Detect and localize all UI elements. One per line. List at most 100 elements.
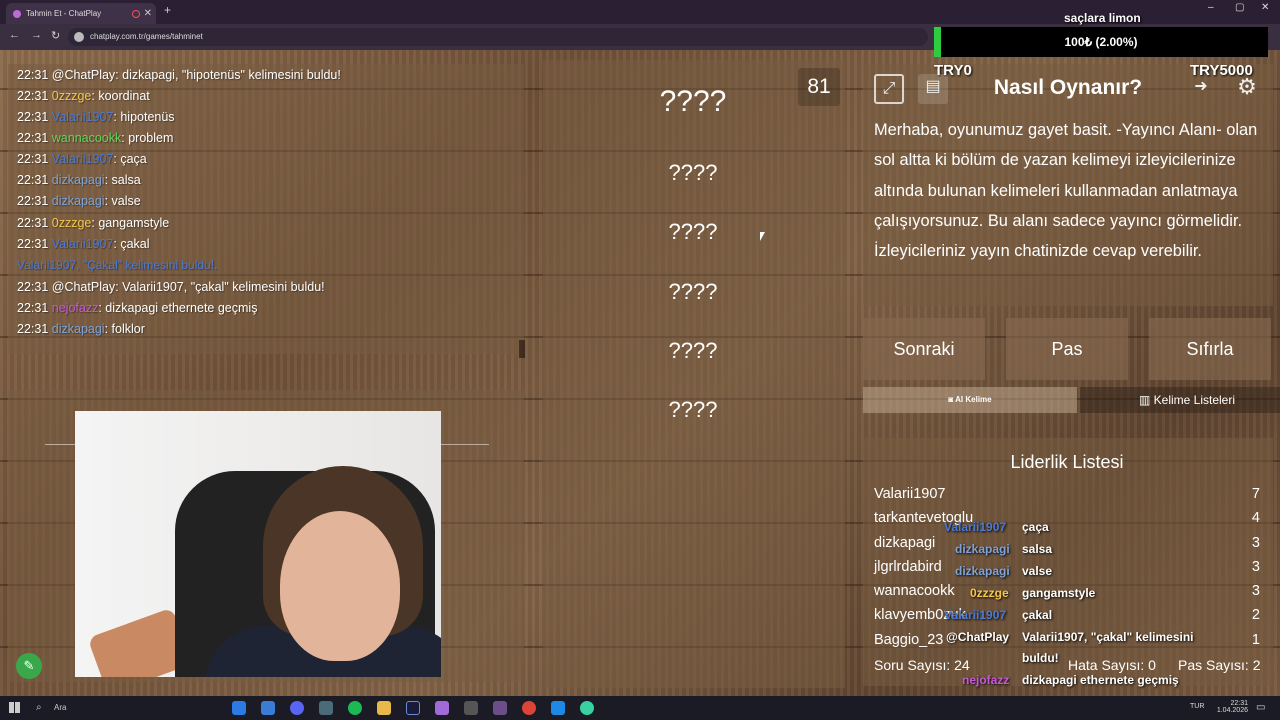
forbidden-word: ???? — [668, 338, 718, 363]
chat-user: @ChatPlay — [51, 280, 116, 294]
app-icon[interactable] — [319, 701, 333, 715]
how-to-play-text: Merhaba, oyunumuz gayet basit. -Yayıncı … — [874, 121, 1258, 261]
new-tab-button[interactable]: + — [164, 3, 171, 17]
chat-system-line: Valarii1907, "Çakal" kelimesini buldu!. — [17, 258, 217, 272]
fullscreen-icon[interactable]: ⤢ — [874, 74, 904, 104]
forbidden-word: ???? — [668, 160, 718, 185]
goal-progress-bar: 100₺ (2.00%) — [934, 27, 1268, 57]
leaderboard-title: Liderlik Listesi — [1010, 452, 1124, 472]
chat-message: : koordinat — [91, 89, 150, 103]
reset-button[interactable]: Sıfırla — [1149, 318, 1271, 380]
app-icon[interactable] — [580, 701, 594, 715]
settings-icon[interactable]: ⚙ — [1232, 74, 1262, 104]
clock[interactable]: 22:31 1.04.2026 — [1208, 700, 1248, 714]
word-lists-button[interactable]: ▥ Kelime Listeleri — [1080, 387, 1280, 413]
file-explorer-icon[interactable] — [377, 701, 391, 715]
app-icon[interactable] — [435, 701, 449, 715]
tab-title: Tahmin Et - ChatPlay — [26, 9, 102, 18]
chat-line: 22:31 @ChatPlay: dizkapagi, "hipotenüs" … — [17, 68, 341, 82]
pass-button[interactable]: Pas — [1006, 318, 1128, 380]
photoshop-icon[interactable] — [406, 701, 420, 715]
minimize-button[interactable]: – — [1208, 2, 1214, 13]
clipboard-icon: ▥ — [1138, 393, 1154, 407]
leaderboard-name: Baggio_23 — [874, 632, 944, 648]
overlay-chat-message: salsa — [1022, 542, 1053, 556]
leaderboard-score: 3 — [1251, 535, 1260, 551]
leaderboard-score: 1 — [1251, 632, 1260, 648]
app-icon[interactable] — [464, 701, 478, 715]
forbidden-word: ???? — [668, 279, 718, 304]
chat-user: 0zzzge — [51, 216, 92, 230]
overlay-chat-message: çaça — [1022, 520, 1049, 534]
target-word: ???? — [659, 85, 727, 118]
chat-time: 22:31 — [17, 89, 49, 103]
chat-user: dizkapagi — [51, 194, 105, 208]
clock-date: 1.04.2026 — [1216, 707, 1248, 714]
chat-user: Valarii1907 — [51, 152, 114, 166]
chat-user: dizkapagi — [51, 322, 105, 336]
close-window-button[interactable]: ✕ — [1261, 2, 1269, 13]
overlay-chat-message: valse — [1022, 564, 1053, 578]
chat-message: : dizkapagi, "hipotenüs" kelimesini buld… — [115, 68, 341, 82]
overlay-chat-user: Valarii1907 — [944, 608, 1007, 622]
chat-user: dizkapagi — [51, 173, 105, 187]
discord-icon[interactable] — [290, 701, 304, 715]
word-lists-label: Kelime Listeleri — [1153, 393, 1236, 407]
overlay-chat-message: Valarii1907, "çakal" kelimesini — [1022, 630, 1194, 644]
chat-user: Valarii1907 — [51, 237, 114, 251]
tab-close-icon[interactable]: ✕ — [144, 3, 152, 24]
chat-time: 22:31 — [17, 110, 49, 124]
notes-icon[interactable]: ▤ — [918, 74, 948, 104]
ai-word-button[interactable]: ◙ AI Kelime — [863, 387, 1077, 413]
words-panel — [543, 60, 845, 688]
spotify-icon[interactable] — [348, 701, 362, 715]
goal-progress-text: 100₺ (2.00%) — [1064, 35, 1138, 49]
chrome-icon[interactable] — [522, 701, 536, 715]
chat-line: 22:31 0zzzge: gangamstyle — [17, 216, 169, 230]
maximize-button[interactable]: ▢ — [1235, 2, 1244, 13]
windows-taskbar: ⌕ Ara TUR 22:31 1.04.2026 ▭ — [0, 696, 1280, 720]
next-button[interactable]: Sonraki — [863, 318, 985, 380]
chat-line: 22:31 nejofazz: dizkapagi ethernete geçm… — [17, 301, 257, 315]
app-icon[interactable] — [493, 701, 507, 715]
windows-start-icon[interactable] — [9, 702, 20, 713]
search-icon: ⌕ — [36, 702, 42, 713]
notification-icon[interactable]: ▭ — [1256, 702, 1265, 713]
reload-icon[interactable]: ↻ — [51, 29, 60, 42]
chat-message: : dizkapagi ethernete geçmiş — [98, 301, 258, 315]
chat-message: : hipotenüs — [113, 110, 175, 124]
app-icon[interactable] — [261, 701, 275, 715]
chat-time: 22:31 — [17, 301, 49, 315]
overlay-chat-user: 0zzzge — [970, 586, 1009, 600]
chat-line: 22:31 dizkapagi: folklor — [17, 322, 145, 336]
forbidden-word: ???? — [668, 397, 718, 422]
overlay-chat-user: Valarii1907 — [944, 520, 1007, 534]
pass-count: Pas Sayısı: 2 — [1178, 657, 1261, 673]
site-favicon-icon — [13, 10, 21, 18]
leaderboard-score: 2 — [1251, 607, 1260, 623]
leaderboard-name: dizkapagi — [874, 535, 936, 551]
webcam-feed — [75, 411, 441, 677]
language-indicator[interactable]: TUR — [1190, 703, 1204, 710]
recording-icon — [132, 10, 140, 18]
copilot-icon[interactable] — [232, 701, 246, 715]
leaderboard-score: 7 — [1251, 486, 1260, 502]
webcam-person-face — [280, 511, 400, 661]
chat-time: 22:31 — [17, 216, 49, 230]
taskbar-search[interactable]: ⌕ Ara — [28, 699, 178, 717]
chat-line: 22:31 0zzzge: koordinat — [17, 89, 150, 103]
site-info-icon[interactable] — [74, 32, 84, 42]
forward-icon[interactable]: → — [31, 29, 42, 41]
edit-pen-icon[interactable]: ✎ — [16, 653, 42, 679]
chat-line: 22:31 wannacookk: problem — [17, 131, 173, 145]
url-field[interactable]: chatplay.com.tr/games/tahminet — [68, 28, 928, 46]
exit-icon[interactable]: ➜ — [1186, 74, 1216, 104]
back-icon[interactable]: ← — [9, 29, 20, 41]
browser-tab[interactable]: Tahmin Et - ChatPlay ✕ — [6, 3, 156, 24]
how-to-play-title: Nasıl Oynanır? — [993, 76, 1143, 99]
chat-time: 22:31 — [17, 173, 49, 187]
overlay-chat-message: buldu! — [1022, 651, 1059, 665]
app-icon[interactable] — [551, 701, 565, 715]
chat-time: 22:31 — [17, 68, 49, 82]
chat-user: nejofazz — [51, 301, 99, 315]
